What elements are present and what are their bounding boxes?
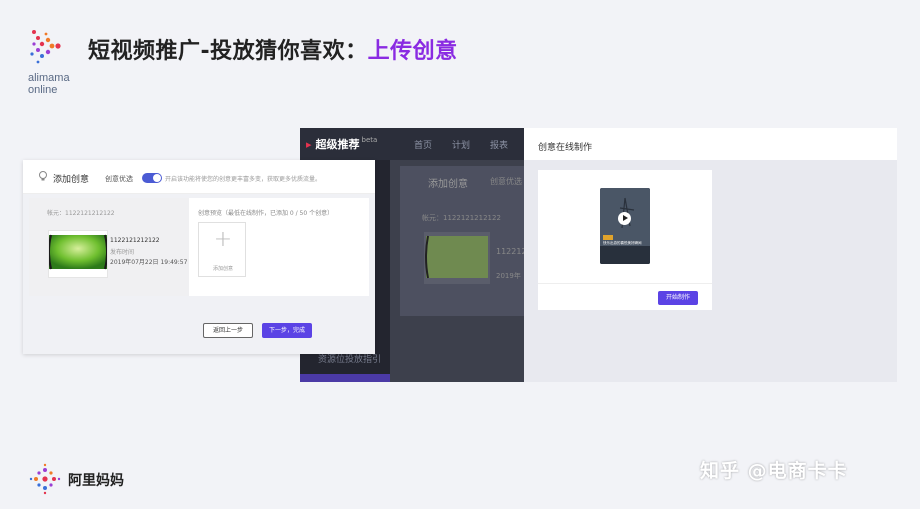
creative-id: 1122121212122: [110, 237, 160, 244]
card-divider: [538, 283, 712, 284]
add-creative-label: 添加创意: [212, 266, 233, 272]
template-tag: [603, 235, 613, 240]
lightbulb-icon: [39, 171, 47, 181]
template-caption: 快乐出游的喜悦美好瞬间: [603, 241, 642, 245]
alimama-logo-icon: [30, 30, 61, 64]
panel-header: 创意在线制作: [524, 128, 897, 160]
publish-label: 发布时间: [110, 249, 135, 256]
template-image-icon: [600, 188, 650, 264]
dim-creative-date: 2019年: [496, 272, 521, 280]
dim-thumbnail-image-icon: [425, 235, 488, 279]
app-topbar: ▸ 超级推荐 beta 首页 计划 报表: [300, 128, 524, 160]
online-maker-panel: 创意在线制作 快乐出游的喜悦美好瞬间 开始制作: [524, 128, 897, 382]
preview-label: 创意预览（最低在线制作，已添加 0 / 50 个创意）: [198, 210, 334, 217]
brand-arrow-icon: ▸: [306, 138, 312, 151]
video-thumbnail[interactable]: [48, 230, 108, 278]
next-button[interactable]: 下一步，完成: [262, 323, 312, 338]
template-card: 快乐出游的喜悦美好瞬间 开始制作: [538, 170, 712, 310]
nav-home[interactable]: 首页: [414, 138, 432, 151]
panel-title: 创意在线制作: [538, 143, 593, 153]
optimize-label: 创意优选: [105, 175, 133, 183]
app-brand[interactable]: ▸ 超级推荐 beta: [306, 136, 377, 152]
plus-icon: +: [213, 227, 233, 252]
window-header: 添加创意 创意优选 开启该功能将使您的创意更丰富多变，获取更多优质流量。: [23, 160, 375, 194]
add-creative-button[interactable]: + 添加创意: [198, 222, 246, 277]
nav-report[interactable]: 报表: [490, 138, 508, 151]
start-making-button[interactable]: 开始制作: [658, 291, 698, 305]
sidebar-active-bar: [300, 374, 390, 382]
back-button[interactable]: 返回上一步: [203, 323, 253, 338]
dim-optimize-label: 创意优选: [490, 177, 522, 186]
alimama-footer-logo-icon: [29, 463, 61, 495]
optimize-hint: 开启该功能将使您的创意更丰富多变，获取更多优质流量。: [165, 176, 322, 183]
slide-title: 短视频推广-投放猜你喜欢：上传创意: [88, 39, 458, 64]
dim-creative-id: 112212: [496, 247, 527, 256]
video-template-preview[interactable]: 快乐出游的喜悦美好瞬间: [600, 188, 650, 264]
thumbnail-image-icon: [48, 234, 108, 270]
dim-thumbnail: [424, 232, 490, 284]
window-title: 添加创意: [53, 175, 90, 185]
brand-name: alimama online: [28, 72, 70, 96]
dim-account: 帐元：1122121212122: [422, 214, 501, 222]
nav-plan[interactable]: 计划: [452, 138, 470, 151]
watermark: 知乎 @电商卡卡: [700, 460, 848, 482]
footer-brand: 阿里妈妈: [68, 473, 124, 489]
publish-time: 2019年07月22日 19:49:57: [110, 259, 188, 266]
optimize-toggle[interactable]: [142, 173, 162, 183]
dim-window-title: 添加创意: [428, 179, 468, 190]
play-icon: [618, 212, 631, 225]
account-label: 帐元：1122121212122: [47, 210, 115, 217]
slide-title-highlight: 上传创意: [367, 39, 458, 64]
